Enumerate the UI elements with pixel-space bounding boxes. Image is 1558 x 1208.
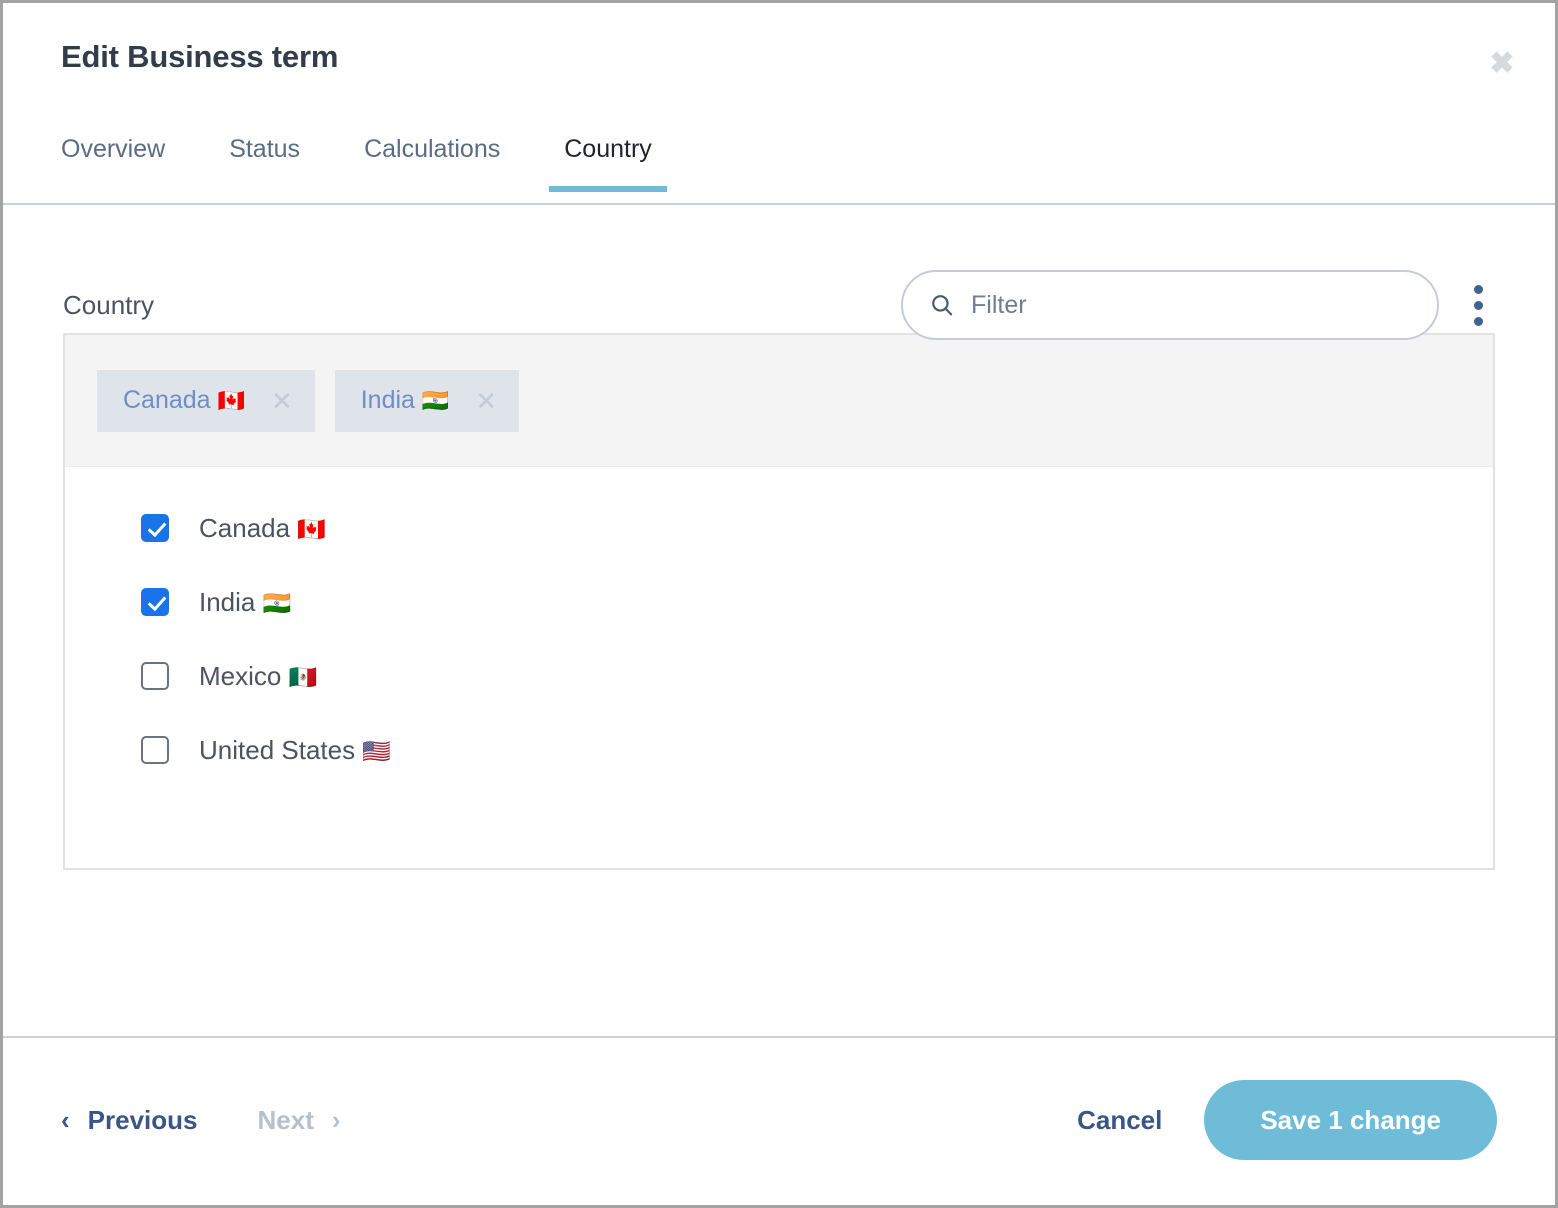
chip-india-label: India 🇮🇳 xyxy=(360,386,450,414)
flag-icon-canada: 🇨🇦 xyxy=(297,516,326,542)
search-input[interactable] xyxy=(971,290,1411,320)
tab-status[interactable]: Status xyxy=(229,137,300,192)
list-item-canada[interactable]: Canada 🇨🇦 xyxy=(141,491,1493,565)
page-title: Edit Business term xyxy=(61,39,339,74)
checkbox-canada[interactable] xyxy=(141,514,169,542)
close-icon-glyph: ✖ xyxy=(1489,47,1515,80)
filter-toolbar xyxy=(901,270,1495,340)
selected-chips: Canada 🇨🇦 ✕ India 🇮🇳 ✕ xyxy=(65,335,1493,467)
chevron-left-icon: ‹ xyxy=(61,1105,70,1135)
dialog-header: Edit Business term ✖ Overview Status Cal… xyxy=(3,3,1555,205)
tab-bar: Overview Status Calculations Country xyxy=(3,106,1555,192)
chip-india[interactable]: India 🇮🇳 ✕ xyxy=(334,369,520,432)
checkbox-mexico[interactable] xyxy=(141,662,169,690)
list-item-united-states[interactable]: United States 🇺🇸 xyxy=(141,713,1493,787)
previous-button[interactable]: ‹ Previous xyxy=(61,1107,198,1133)
tab-overview[interactable]: Overview xyxy=(61,137,165,192)
list-item-mexico-label: Mexico 🇲🇽 xyxy=(199,661,318,691)
flag-icon-india: 🇮🇳 xyxy=(421,388,450,413)
section-header: Country xyxy=(63,205,1495,340)
cancel-button[interactable]: Cancel xyxy=(1073,1097,1166,1143)
search-icon xyxy=(929,292,955,318)
flag-icon-canada: 🇨🇦 xyxy=(217,388,245,413)
pagination-controls: ‹ Previous Next › xyxy=(61,1107,341,1133)
country-section-label: Country xyxy=(63,290,155,320)
dialog-actions: Cancel Save 1 change xyxy=(1073,1080,1497,1160)
tab-calculations-label: Calculations xyxy=(364,135,501,163)
list-item-india-label: India 🇮🇳 xyxy=(199,587,292,617)
kebab-menu-icon[interactable] xyxy=(1461,277,1495,333)
country-option-list: Canada 🇨🇦 India 🇮🇳 Mexico 🇲🇽 United Stat… xyxy=(65,467,1493,787)
flag-icon-mexico: 🇲🇽 xyxy=(288,664,318,690)
chevron-right-icon: › xyxy=(331,1105,341,1135)
edit-business-term-dialog: Edit Business term ✖ Overview Status Cal… xyxy=(0,0,1558,1208)
next-button[interactable]: Next › xyxy=(258,1107,341,1133)
tab-status-label: Status xyxy=(229,135,301,163)
previous-button-label: Previous xyxy=(87,1105,198,1135)
chip-canada-label: Canada 🇨🇦 xyxy=(123,386,245,414)
tab-calculations[interactable]: Calculations xyxy=(364,137,500,192)
tab-overview-label: Overview xyxy=(61,135,166,163)
next-button-label: Next xyxy=(257,1105,314,1135)
kebab-dot-3 xyxy=(1473,316,1483,326)
save-button[interactable]: Save 1 change xyxy=(1204,1080,1497,1160)
tab-country[interactable]: Country xyxy=(549,135,667,192)
flag-icon-united-states: 🇺🇸 xyxy=(362,738,391,764)
list-item-united-states-label: United States 🇺🇸 xyxy=(199,735,391,765)
list-item-india[interactable]: India 🇮🇳 xyxy=(141,565,1493,639)
dialog-footer: ‹ Previous Next › Cancel Save 1 change xyxy=(3,1036,1555,1202)
country-selector: Canada 🇨🇦 ✕ India 🇮🇳 ✕ Canada 🇨🇦 India 🇮… xyxy=(63,333,1495,870)
flag-icon-india: 🇮🇳 xyxy=(262,590,292,616)
close-icon[interactable]: ✖ xyxy=(1485,47,1519,81)
kebab-dot-2 xyxy=(1473,300,1483,310)
chip-canada[interactable]: Canada 🇨🇦 ✕ xyxy=(97,369,315,432)
filter-input-wrapper[interactable] xyxy=(901,270,1439,340)
checkbox-india[interactable] xyxy=(141,588,169,616)
chip-canada-remove-icon[interactable]: ✕ xyxy=(271,388,293,414)
list-item-mexico[interactable]: Mexico 🇲🇽 xyxy=(141,639,1493,713)
checkbox-united-states[interactable] xyxy=(141,736,169,764)
tab-country-label: Country xyxy=(564,135,652,163)
dialog-body: Country Filter Canada 🇨🇦 ✕ India 🇮🇳 ✕ Ca… xyxy=(3,205,1555,1036)
kebab-dot-1 xyxy=(1473,284,1483,294)
list-item-canada-label: Canada 🇨🇦 xyxy=(199,513,326,543)
chip-india-remove-icon[interactable]: ✕ xyxy=(475,388,497,414)
